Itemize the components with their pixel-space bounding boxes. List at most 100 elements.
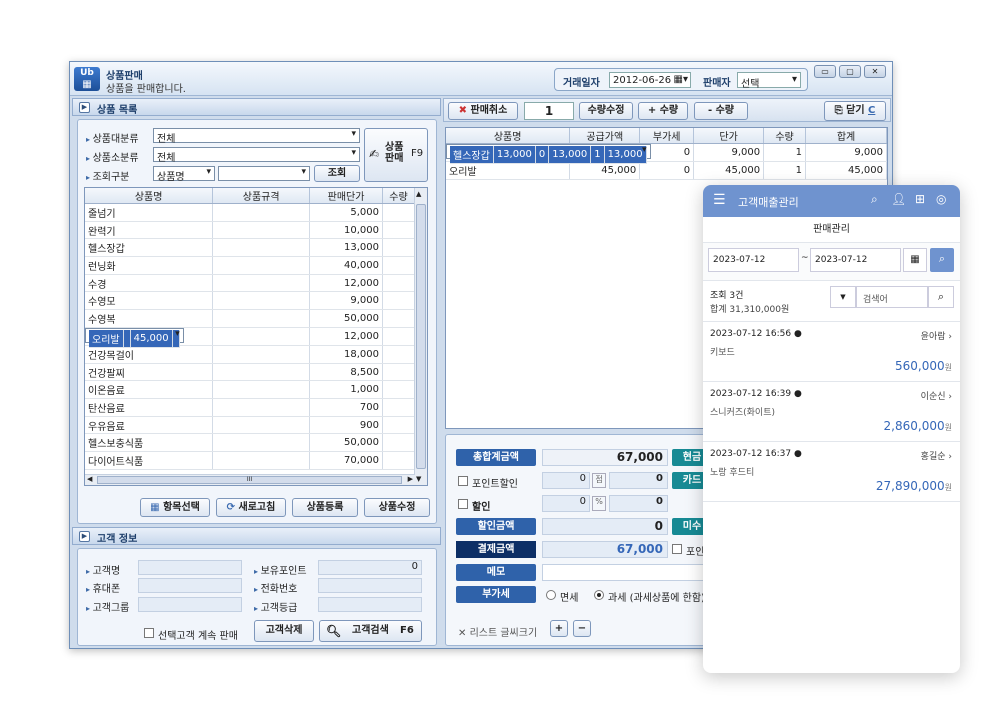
search-button[interactable]: 조회 <box>314 165 360 182</box>
refresh-button[interactable]: ⟳ 새로고침 <box>216 498 286 517</box>
qty-edit-button[interactable]: 수량수정 <box>579 102 633 120</box>
qty-input[interactable]: 1 <box>524 102 574 120</box>
scroll-thumb[interactable] <box>416 204 426 469</box>
table-row[interactable]: 수영모 9,000 <box>85 291 415 311</box>
point-discount-checkbox[interactable] <box>458 476 468 486</box>
cart-col-vat[interactable]: 부가세 <box>639 128 695 144</box>
customer-grade-field[interactable] <box>318 597 422 612</box>
calendar-icon[interactable]: ▦▾ <box>674 74 688 85</box>
discount-checkbox[interactable] <box>458 499 468 509</box>
cart-cell-qty: 1 <box>763 144 807 163</box>
hscroll-thumb[interactable]: III <box>97 476 402 484</box>
date-to-input[interactable]: 2023-07-12 <box>810 248 901 272</box>
table-row[interactable]: 이온음료 1,000 <box>85 380 415 400</box>
table-row[interactable]: 줄넘기 5,000 <box>85 203 415 222</box>
continue-sale-checkbox[interactable] <box>144 628 154 638</box>
taxable-radio[interactable] <box>594 590 604 600</box>
search-keyword-input[interactable] <box>218 166 310 181</box>
category-value: 전체 <box>157 134 176 145</box>
table-row[interactable]: 런닝화 40,000 <box>85 256 415 275</box>
table-row[interactable]: 헬스장갑 13,000 <box>85 238 415 258</box>
col-unit-price[interactable]: 판매단가 <box>309 188 384 204</box>
customer-name-text: 윤아람 <box>920 332 946 342</box>
point-amount: 0 <box>609 472 668 489</box>
radio-dot <box>597 593 601 597</box>
font-increase-button[interactable]: + <box>550 620 568 637</box>
scroll-right-icon[interactable]: ▶ <box>408 475 413 483</box>
table-row[interactable]: 탄산음료 700 <box>85 398 415 417</box>
date-from-input[interactable]: 2023-07-12 <box>708 248 799 272</box>
cancel-sale-button[interactable]: ✖ 판매취소 <box>448 102 518 120</box>
col-quantity[interactable]: 수량 <box>382 188 415 204</box>
trade-date-input[interactable]: 2012-06-26 ▦▾ <box>609 72 691 88</box>
phone-field[interactable] <box>318 578 422 593</box>
cart-col-total[interactable]: 합계 <box>805 128 887 144</box>
table-row[interactable]: 수영복 50,000 <box>85 309 415 328</box>
customer-name-field[interactable] <box>138 560 242 575</box>
table-row[interactable]: 오리발 45,000 0 45,000 1 45,000 <box>446 161 887 180</box>
product-hscrollbar[interactable]: ◀ III ▶ <box>85 474 415 485</box>
tax-free-radio[interactable] <box>546 590 556 600</box>
points-field[interactable]: 0 <box>318 560 422 575</box>
search-icon[interactable]: ⌕ <box>928 286 954 308</box>
mobile-field[interactable] <box>138 578 242 593</box>
header-controls: 거래일자 2012-06-26 ▦▾ 판매자 선택 ▾ <box>554 68 808 91</box>
cart-col-name[interactable]: 상품명 <box>446 128 571 144</box>
basket-icon[interactable]: ⊞ <box>915 192 925 206</box>
expand-icon[interactable]: ▶ <box>79 531 90 542</box>
scroll-down-icon[interactable]: ▼ <box>416 475 421 483</box>
discount-input[interactable]: 0 <box>542 495 590 512</box>
col-product-name[interactable]: 상품명 <box>85 188 214 204</box>
table-row[interactable]: 건강목걸이 18,000 <box>85 345 415 364</box>
expand-icon[interactable]: ▶ <box>79 102 90 113</box>
add-user-icon[interactable]: 👤︎ <box>891 192 906 206</box>
point-use-checkbox[interactable] <box>672 544 682 554</box>
filter-dropdown[interactable]: ▼ <box>830 286 856 308</box>
col-product-spec[interactable]: 상품규격 <box>212 188 311 204</box>
keyword-input[interactable]: 검색어 <box>856 286 928 308</box>
category-select[interactable]: 전체 <box>153 128 360 145</box>
table-row[interactable]: 헬스장갑 13,000 0 13,000 1 13,000 <box>446 144 651 165</box>
qty-plus-button[interactable]: + 수량 <box>638 102 688 120</box>
maximize-button[interactable]: ▢ <box>839 65 861 78</box>
table-row[interactable]: 오리발 45,000 <box>85 327 184 348</box>
calendar-icon[interactable]: ▦ <box>903 248 927 272</box>
list-item[interactable]: 2023-07-12 16:39 ● 이순신 › 스니커즈(화이트) 2,860,00… <box>703 382 960 442</box>
table-row[interactable]: 헬스보충식품 50,000 <box>85 433 415 453</box>
seller-select[interactable]: 선택 ▾ <box>737 72 801 90</box>
qty-minus-button[interactable]: - 수량 <box>694 102 748 120</box>
cart-col-supply[interactable]: 공급가액 <box>569 128 641 144</box>
cart-col-qty[interactable]: 수량 <box>763 128 807 144</box>
coins-icon[interactable]: ◎ <box>936 192 946 206</box>
scroll-left-icon[interactable]: ◀ <box>87 475 92 483</box>
search-icon[interactable]: ⌕ <box>871 192 878 207</box>
menu-icon[interactable]: ☰ <box>713 192 726 208</box>
font-decrease-button[interactable]: − <box>573 620 591 637</box>
table-row[interactable]: 우유음료 900 <box>85 416 415 435</box>
close-window-button[interactable]: ✕ <box>864 65 886 78</box>
table-row[interactable]: 건강팔찌 8,500 <box>85 363 415 382</box>
table-row[interactable]: 수경 12,000 <box>85 274 415 293</box>
subcategory-select[interactable]: 전체 <box>153 147 360 164</box>
table-row[interactable]: 완력기 10,000 <box>85 221 415 240</box>
memo-field[interactable] <box>542 564 712 581</box>
select-item-button[interactable]: ▦ 항목선택 <box>140 498 210 517</box>
sell-product-button[interactable]: ✍ 상품 판매 F9 <box>364 128 428 182</box>
table-row[interactable]: 다이어트식품 70,000 <box>85 451 415 470</box>
customer-search-button[interactable]: 🔍︎ 고객검색 F6 <box>319 620 422 642</box>
minimize-button[interactable]: ▭ <box>814 65 836 78</box>
product-register-button[interactable]: 상품등록 <box>292 498 358 517</box>
product-edit-button[interactable]: 상품수정 <box>364 498 430 517</box>
search-type-select[interactable]: 상품명 <box>153 166 215 183</box>
cart-col-price[interactable]: 단가 <box>693 128 765 144</box>
customer-delete-button[interactable]: 고객삭제 <box>254 620 314 642</box>
close-button[interactable]: ⎘ 닫기 C <box>824 101 886 121</box>
search-icon[interactable]: ⌕ <box>930 248 954 272</box>
customer-group-field[interactable] <box>138 597 242 612</box>
list-item[interactable]: 2023-07-12 16:37 ● 홍길순 › 노랑 후드티 27,890,000원 <box>703 442 960 502</box>
cell-product-spec <box>212 274 311 293</box>
scroll-up-icon[interactable]: ▲ <box>416 190 421 198</box>
product-vscrollbar[interactable]: ▲ ▼ <box>414 188 427 485</box>
list-item[interactable]: 2023-07-12 16:56 ● 윤아람 › 키보드 560,000원 <box>703 322 960 382</box>
point-input[interactable]: 0 <box>542 472 590 489</box>
